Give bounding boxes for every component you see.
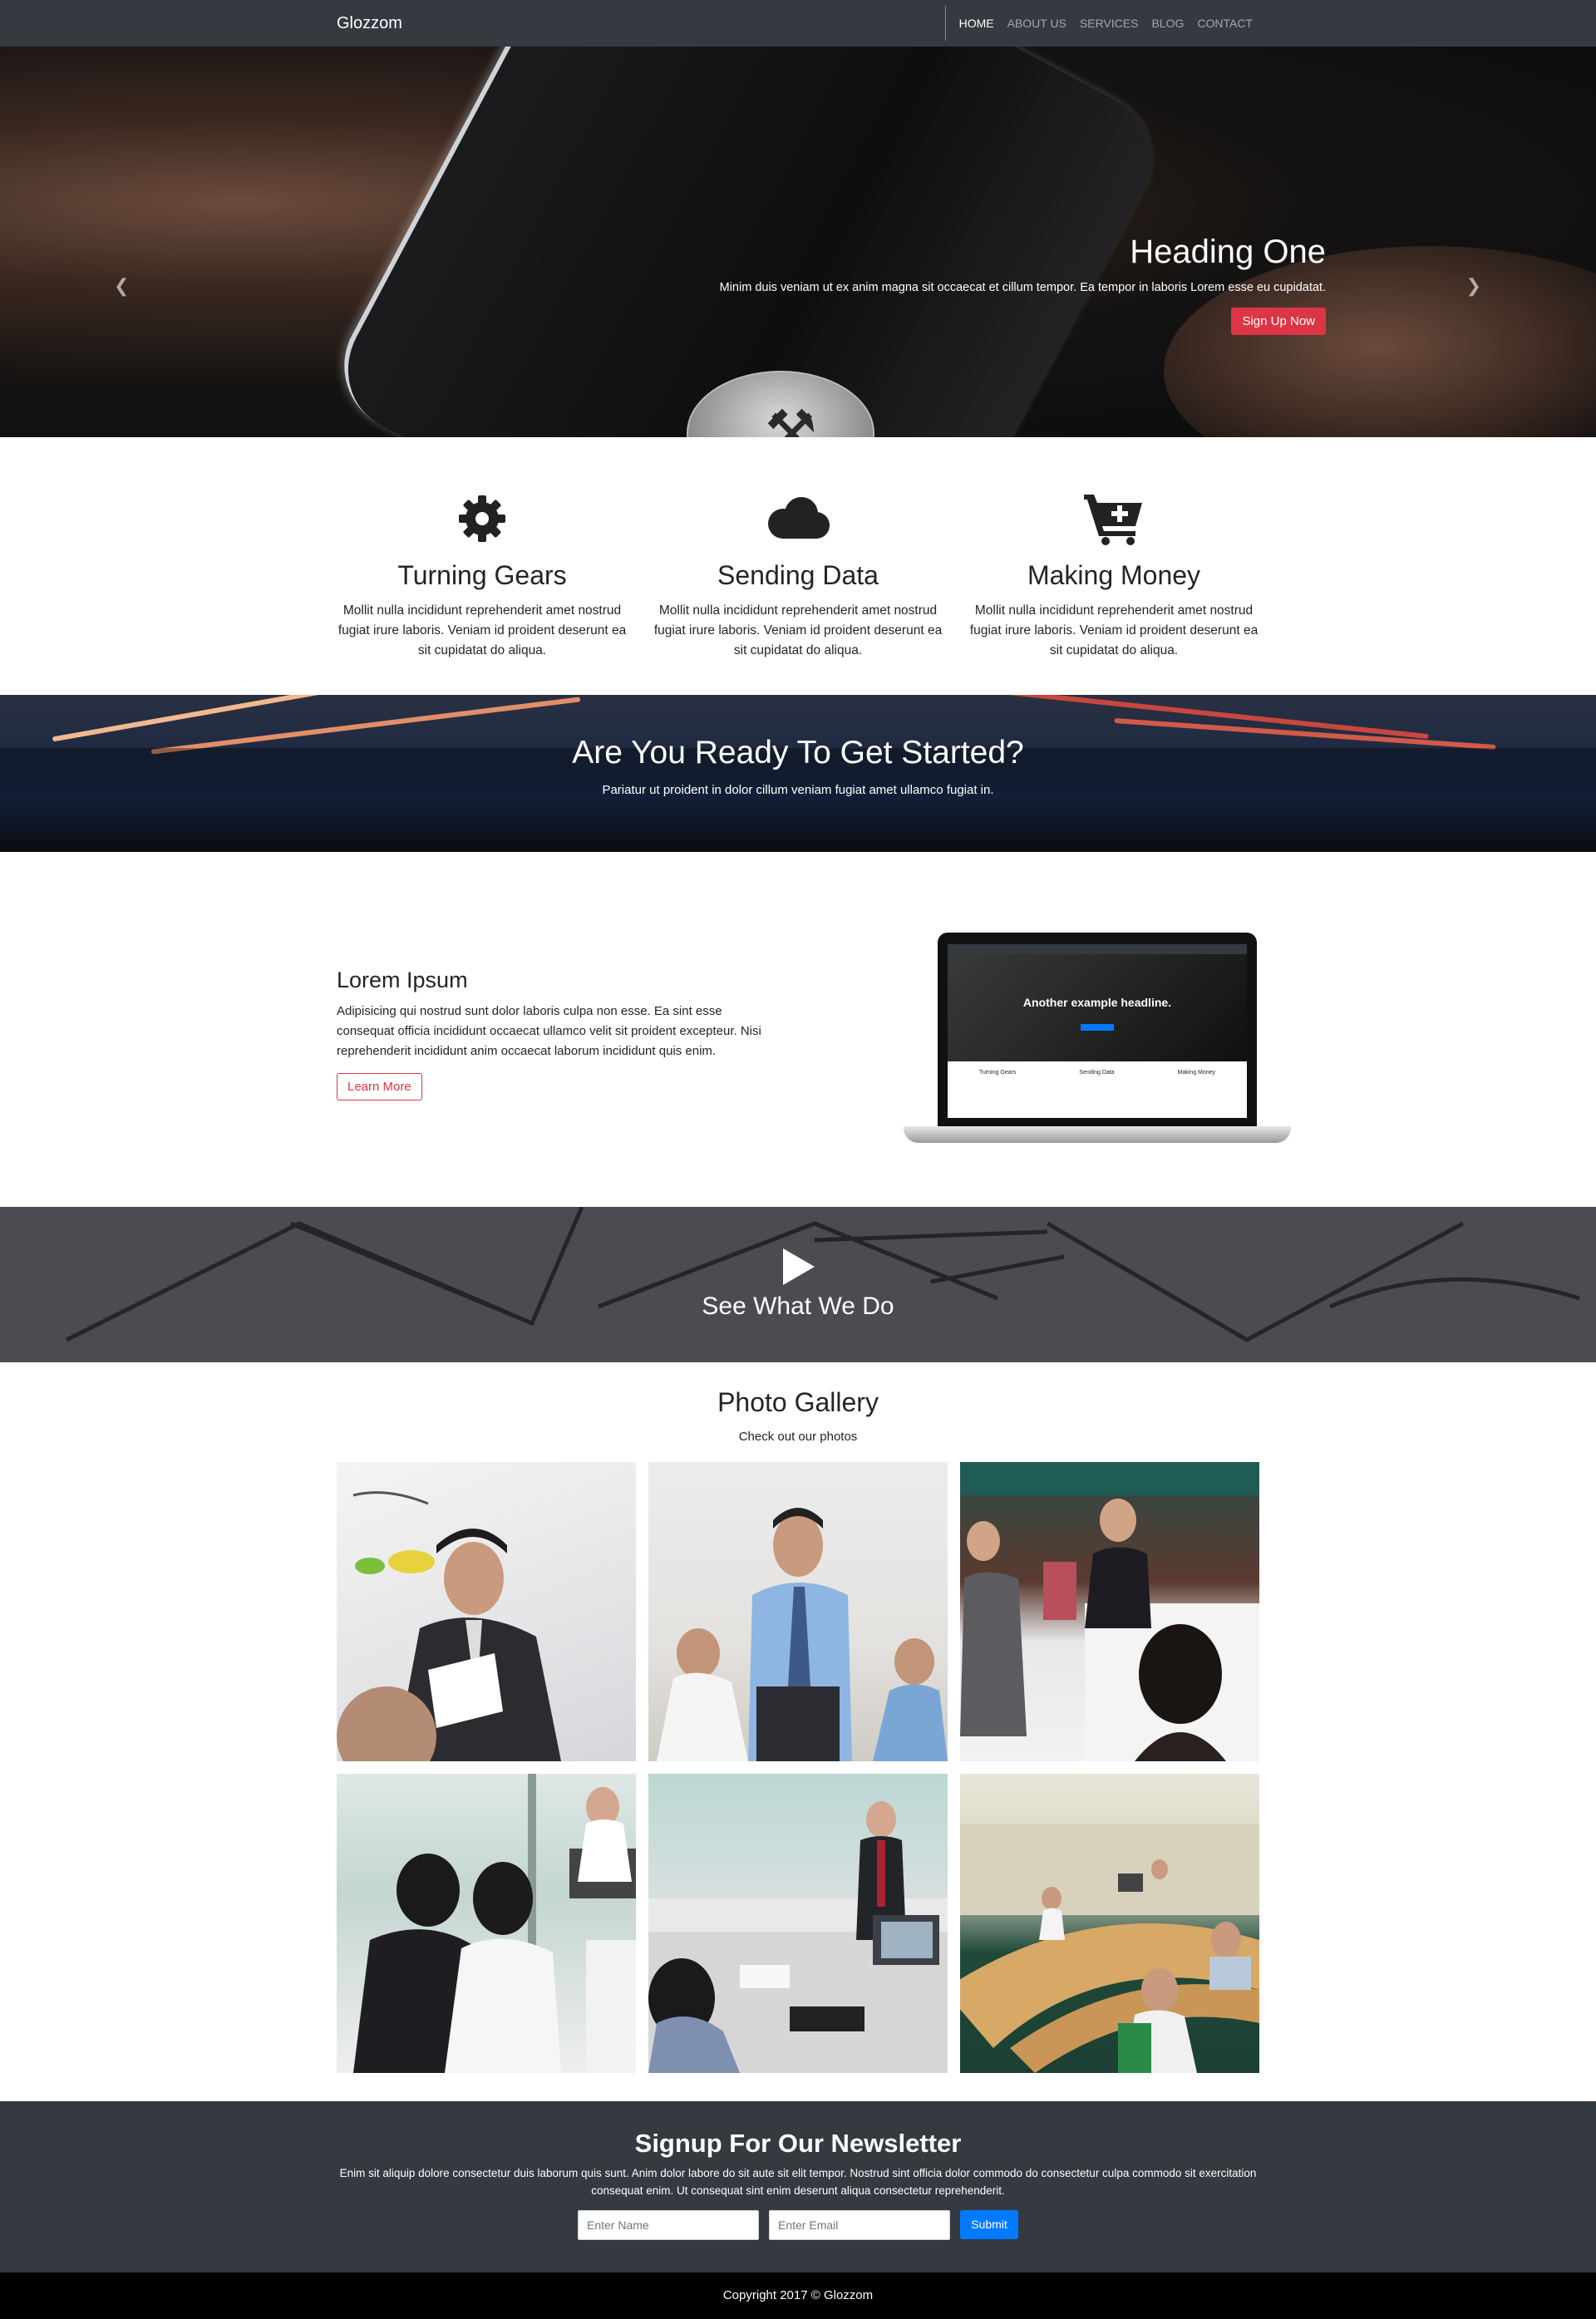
info-section: Lorem Ipsum Adipisicing qui nostrud sunt… [0,852,1596,1207]
gallery-photo[interactable] [648,1462,948,1761]
video-section[interactable]: See What We Do [0,1207,1596,1362]
cart-plus-icon [968,489,1259,549]
nav-link-contact[interactable]: CONTACT [1190,17,1259,30]
name-input[interactable] [578,2209,759,2240]
video-heading: See What We Do [702,1292,894,1320]
hero-heading: Heading One [1130,234,1326,270]
feature-making-money: Making Money Mollit nulla incididunt rep… [968,489,1259,661]
features-section: Turning Gears Mollit nulla incididunt re… [0,437,1596,695]
gallery-photo[interactable] [337,1774,636,2073]
copyright-text: Copyright 2017 © Glozzom [722,2288,874,2302]
newsletter-section: Signup For Our Newsletter Enim sit aliqu… [0,2101,1596,2272]
gallery-photo[interactable] [960,1774,1259,2073]
gallery-photo[interactable] [648,1774,948,2073]
play-icon[interactable] [0,1247,1596,1291]
nav-link-about[interactable]: ABOUT US [1001,17,1073,30]
laptop-screen-headline: Another example headline. [1022,996,1172,1009]
photo-gallery-section: Photo Gallery Check out our photos [0,1362,1596,2101]
learn-more-button[interactable]: Learn More [337,1072,422,1100]
carousel-prev-icon[interactable]: ❮ [114,275,129,297]
nav-link-services[interactable]: SERVICES [1073,17,1145,30]
feature-turning-gears: Turning Gears Mollit nulla incididunt re… [337,489,628,661]
feature-title: Sending Data [717,560,879,590]
newsletter-form: Submit [0,2209,1596,2240]
banner-light-streak [998,695,1429,740]
email-input[interactable] [769,2209,950,2240]
gallery-photo[interactable] [337,1462,636,1761]
footer: Copyright 2017 © Glozzom [0,2272,1596,2319]
gallery-subheading: Check out our photos [738,1430,858,1444]
newsletter-text: Enim sit aliquip dolore consectetur duis… [339,2167,1257,2197]
gallery-photo[interactable] [960,1462,1259,1761]
feature-text: Mollit nulla incididunt reprehenderit am… [337,603,627,658]
info-text: Adipisicing qui nostrud sunt dolor labor… [337,1003,761,1058]
hero-carousel: ⚒ ❮ ❯ Heading One Minim duis veniam ut e… [0,47,1596,437]
hero-caption: Heading One Minim duis veniam ut ex anim… [578,234,1326,335]
feature-title: Turning Gears [397,560,567,590]
laptop-screen-feature: Making Money [1177,1070,1216,1076]
submit-button[interactable]: Submit [960,2209,1018,2239]
newsletter-heading: Signup For Our Newsletter [634,2129,962,2158]
nav-links: HOME ABOUT US SERVICES BLOG CONTACT [944,6,1259,41]
cloud-icon [653,489,943,549]
nav-link-home[interactable]: HOME [953,17,1001,30]
banner-heading: Are You Ready To Get Started? [572,735,1024,771]
laptop-screen-feature: Sending Data [1079,1070,1115,1076]
feature-sending-data: Sending Data Mollit nulla incididunt rep… [653,489,943,661]
carousel-next-icon[interactable]: ❯ [1466,275,1481,297]
feature-text: Mollit nulla incididunt reprehenderit am… [969,603,1259,658]
laptop-image: Another example headline. Turning Gears … [904,933,1291,1143]
navbar: Glozzom HOME ABOUT US SERVICES BLOG CONT… [0,0,1596,47]
laptop-screen-feature: Turning Gears [978,1070,1017,1076]
nav-link-blog[interactable]: BLOG [1145,17,1190,30]
feature-title: Making Money [1027,560,1201,590]
hero-text: Minim duis veniam ut ex anim magna sit o… [719,281,1326,294]
feature-text: Mollit nulla incididunt reprehenderit am… [653,603,943,658]
banner-text: Pariatur ut proident in dolor cillum ven… [602,783,994,797]
get-started-banner: Are You Ready To Get Started? Pariatur u… [0,695,1596,852]
gear-icon [337,489,628,549]
brand-logo[interactable]: Glozzom [337,14,402,33]
gallery-heading: Photo Gallery [717,1387,879,1417]
info-heading: Lorem Ipsum [337,967,468,992]
sign-up-button[interactable]: Sign Up Now [1231,308,1326,335]
